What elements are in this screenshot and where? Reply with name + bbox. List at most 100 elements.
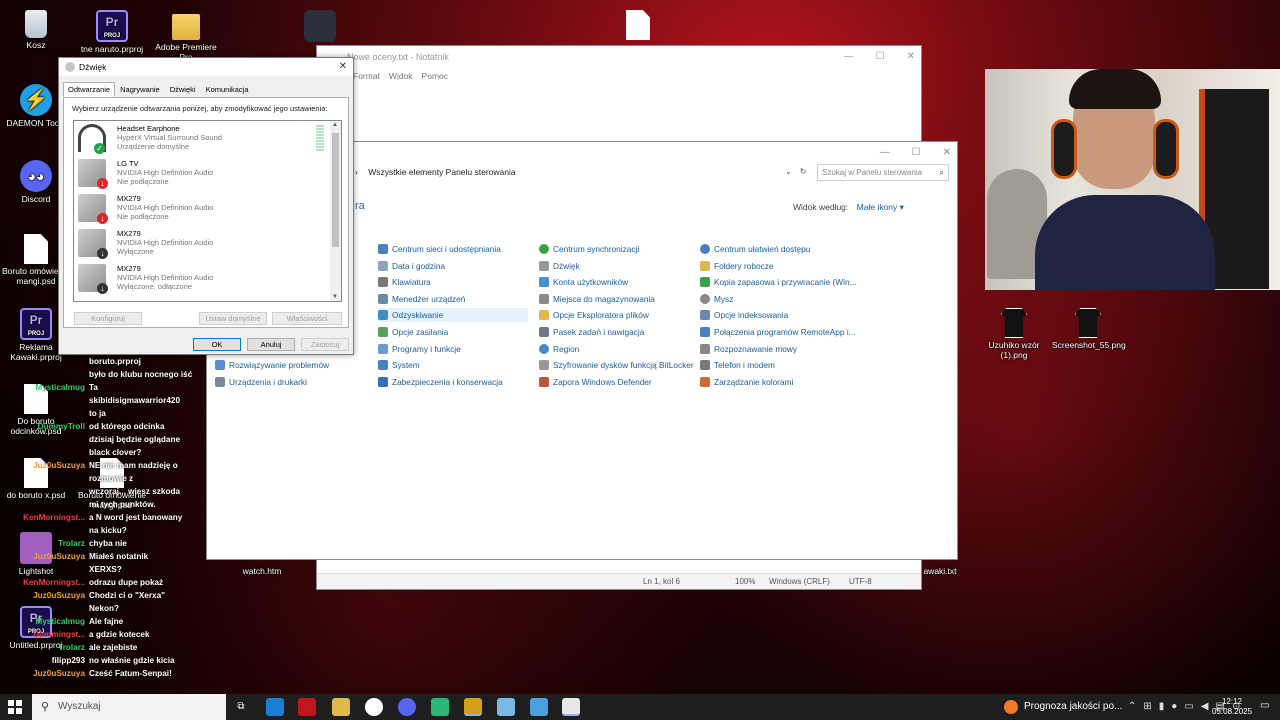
cp-item-network[interactable]: Centrum sieci i udostępniania	[378, 242, 501, 256]
cp-item-datetime[interactable]: Data i godzina	[378, 259, 445, 273]
tab-communications[interactable]: Komunikacja	[201, 82, 254, 97]
menu-help[interactable]: Pomoc	[422, 68, 448, 84]
cp-item-backup[interactable]: Kopia zapasowa i przywracanie (Win...	[700, 275, 857, 289]
device-item-mx279[interactable]: ↓ MX279 NVIDIA High Definition Audio Wył…	[74, 226, 330, 261]
cp-item-mouse[interactable]: Mysz	[700, 292, 733, 306]
cp-item-sound[interactable]: Dźwięk	[539, 259, 580, 273]
cp-item-user-accounts[interactable]: Konta użytkowników	[539, 275, 628, 289]
breadcrumb[interactable]: Wszystkie elementy Panelu sterowania	[368, 167, 515, 177]
cp-item-sync[interactable]: Centrum synchronizacji	[539, 242, 639, 256]
cp-item-region[interactable]: Region	[539, 342, 579, 356]
cancel-button[interactable]: Anuluj	[247, 338, 295, 351]
app-icon[interactable]	[497, 698, 515, 716]
app-icon[interactable]	[464, 698, 482, 716]
ok-button[interactable]: OK	[193, 338, 241, 351]
cp-item-bitlocker[interactable]: Szyfrowanie dysków funkcją BitLocker	[539, 358, 694, 372]
close-icon[interactable]: ✕	[943, 142, 951, 164]
volume-icon[interactable]: ◀	[1201, 694, 1209, 720]
desktop-icon-recycle-bin[interactable]: Kosz	[0, 10, 72, 50]
address-bar[interactable]: › Wszystkie elementy Panelu sterowania	[355, 164, 807, 180]
tab-recording[interactable]: Nagrywanie	[115, 82, 165, 97]
chat-username: Dummingst...	[33, 630, 85, 639]
chrome-icon[interactable]	[365, 698, 383, 716]
sound-dialog[interactable]: Dźwięk ✕ Odtwarzanie Nagrywanie Dźwięki …	[58, 57, 354, 355]
configure-button[interactable]: Konfiguruj	[74, 312, 142, 325]
set-default-button[interactable]: Ustaw domyślne	[199, 312, 267, 325]
app-icon[interactable]	[298, 698, 316, 716]
tab-sounds[interactable]: Dźwięki	[165, 82, 201, 97]
chevron-up-icon[interactable]: ⌃	[1128, 694, 1136, 720]
view-by-dropdown[interactable]: Małe ikony ▾	[857, 202, 904, 212]
cp-item-remoteapp[interactable]: Połączenia programów RemoteApp i...	[700, 325, 856, 339]
close-icon[interactable]: ✕	[907, 46, 915, 68]
notification-icon[interactable]: ▭	[1260, 700, 1269, 711]
maximize-icon[interactable]: ☐	[876, 46, 885, 68]
cp-item-recovery[interactable]: Odzyskiwanie	[378, 308, 528, 322]
taskbar-search-input[interactable]: ⚲ Wyszukaj	[32, 694, 226, 720]
cp-item-security[interactable]: Zabezpieczenia i konserwacja	[378, 375, 503, 389]
device-item-mx279[interactable]: ↓ MX279 NVIDIA High Definition Audio Wył…	[74, 261, 330, 296]
cp-item-system[interactable]: System	[378, 358, 420, 372]
cp-item-explorer-options[interactable]: Opcje Eksploratora plików	[539, 308, 649, 322]
mouse-icon	[700, 294, 710, 304]
desktop-icon-prproj[interactable]: Pr PROJ tne naruto.prproj	[76, 10, 148, 54]
minimize-icon[interactable]: —	[844, 46, 854, 68]
cp-item-ease-of-access[interactable]: Centrum ułatwień dostępu	[700, 242, 810, 256]
cp-item-troubleshooting[interactable]: Rozwiązywanie problemów	[215, 358, 329, 372]
chevron-down-icon[interactable]: ▼	[332, 294, 338, 300]
clock[interactable]: 12:12 05.08.2025	[1212, 697, 1252, 717]
maximize-icon[interactable]: ☐	[912, 142, 921, 164]
app-tray-icon[interactable]: ▮	[1159, 694, 1165, 720]
sound-dialog-titlebar[interactable]: Dźwięk ✕	[59, 58, 353, 76]
cp-item-storage[interactable]: Miejsca do magazynowania	[539, 292, 655, 306]
cp-item-programs[interactable]: Programy i funkcje	[378, 342, 461, 356]
menu-format[interactable]: Format	[353, 68, 380, 84]
file-explorer-icon[interactable]	[332, 698, 350, 716]
device-list[interactable]: ✓ Headset Earphone HyperX Virtual Surrou…	[73, 120, 342, 302]
menu-view[interactable]: Widok	[389, 68, 413, 84]
control-panel-icon[interactable]	[530, 698, 548, 716]
cp-item-devices-printers[interactable]: Urządzenia i drukarki	[215, 375, 307, 389]
app-icon[interactable]	[431, 698, 449, 716]
tab-playback[interactable]: Odtwarzanie	[63, 82, 116, 97]
device-item-headset[interactable]: ✓ Headset Earphone HyperX Virtual Surrou…	[74, 121, 330, 156]
app-tray-icon[interactable]: ●	[1171, 694, 1177, 720]
cp-item-taskbar[interactable]: Pasek zadań i nawigacja	[539, 325, 644, 339]
chevron-down-icon[interactable]: ⌄	[785, 164, 792, 180]
cp-item-power[interactable]: Opcje zasilania	[378, 325, 448, 339]
desktop-icon-screenshot[interactable]: Screenshot_55.png	[1052, 308, 1126, 350]
network-icon[interactable]: ▭	[1184, 694, 1193, 720]
app-tray-icon[interactable]: ⊞	[1143, 694, 1151, 720]
search-input[interactable]: Szukaj w Panelu sterowania ⌕	[817, 164, 949, 181]
weather-widget[interactable]: Prognoza jakości po...	[1004, 694, 1122, 720]
discord-icon[interactable]	[398, 698, 416, 716]
device-item-mx279[interactable]: ↓ MX279 NVIDIA High Definition Audio Nie…	[74, 191, 330, 226]
cp-item-color-management[interactable]: Zarządzanie kolorami	[700, 375, 793, 389]
device-list-scrollbar[interactable]: ▲ ▼	[330, 121, 341, 301]
cp-item-firewall[interactable]: Zapora Windows Defender	[539, 375, 652, 389]
notepad-titlebar[interactable]: Nowe oceny.txt - Notatnik — ☐ ✕	[317, 46, 921, 68]
windows-start-icon[interactable]	[8, 700, 22, 714]
app-icon[interactable]	[266, 698, 284, 716]
device-item-lg-tv[interactable]: ↓ LG TV NVIDIA High Definition Audio Nie…	[74, 156, 330, 191]
close-icon[interactable]: ✕	[339, 58, 347, 76]
refresh-icon[interactable]: ↻	[800, 164, 807, 180]
cp-item-work-folders[interactable]: Foldery robocze	[700, 259, 774, 273]
properties-button[interactable]: Właściwości	[272, 312, 342, 325]
notepad-icon[interactable]	[562, 698, 580, 716]
scrollbar-thumb[interactable]	[332, 133, 339, 247]
cp-item-speech[interactable]: Rozpoznawanie mowy	[700, 342, 797, 356]
desktop-icon-blank-file[interactable]	[620, 10, 656, 42]
task-view-icon[interactable]: ⧉	[232, 698, 250, 716]
cp-item-keyboard[interactable]: Klawiatura	[378, 275, 431, 289]
cp-item-device-manager[interactable]: Menedżer urządzeń	[378, 292, 465, 306]
apply-button[interactable]: Zastosuj	[301, 338, 349, 351]
desktop-icon-uzuhiko[interactable]: Uzuhiko wzór (1).png	[978, 308, 1050, 360]
desktop-icon-watch[interactable]: watch.htm	[226, 566, 298, 576]
desktop-icon-premiere[interactable]: Adobe Premiere Pro	[150, 10, 222, 62]
chevron-up-icon[interactable]: ▲	[332, 122, 338, 128]
desktop-icon-txt[interactable]: awaki.txt	[920, 566, 960, 576]
minimize-icon[interactable]: —	[880, 142, 890, 164]
cp-item-phone-modem[interactable]: Telefon i modem	[700, 358, 775, 372]
cp-item-indexing[interactable]: Opcje indeksowania	[700, 308, 788, 322]
